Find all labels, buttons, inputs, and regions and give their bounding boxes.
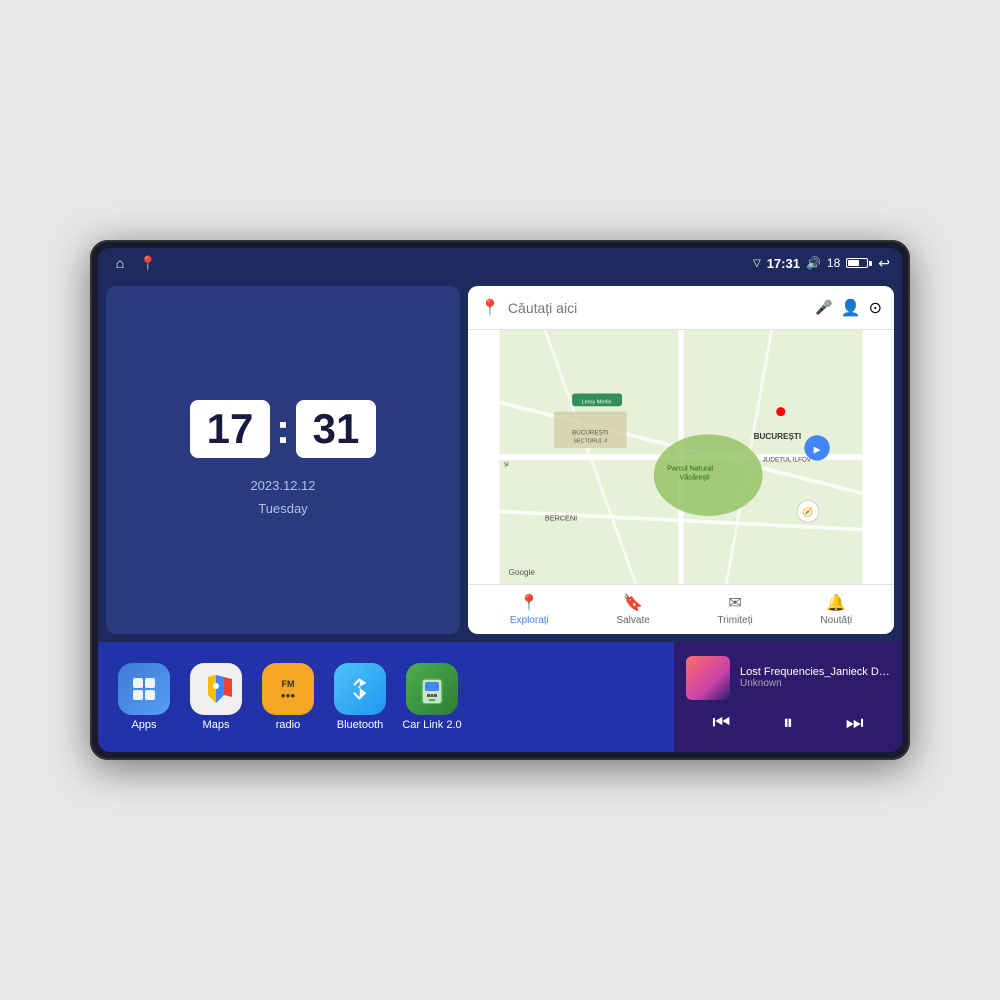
map-nav-news[interactable]: 🔔 Noutăți [820,593,852,626]
car-unit-device: ⌂ 📍 ▽ 17:31 🔊 18 ↩ 17 [90,240,910,760]
svg-text:Parcul Natural: Parcul Natural [667,464,713,473]
apps-icon [118,663,170,715]
music-top: Lost Frequencies_Janieck Devy-... Unknow… [686,656,890,700]
back-icon[interactable]: ↩ [878,255,890,272]
svg-text:SECTORUL 4: SECTORUL 4 [573,438,607,444]
news-icon: 🔔 [826,593,846,613]
svg-text:BUCUREȘTI: BUCUREȘTI [754,432,802,441]
home-icon[interactable]: ⌂ [110,253,130,273]
radio-icon: FM ●●● [262,663,314,715]
explore-label: Explorați [510,615,549,626]
maps-label: Maps [203,719,230,731]
signal-icon: ▽ [753,258,761,269]
status-bar: ⌂ 📍 ▽ 17:31 🔊 18 ↩ [98,248,902,278]
clock-minutes: 31 [296,400,376,458]
prev-button[interactable]: ⏮ [704,708,738,739]
layers-icon[interactable]: ⊙ [869,298,882,318]
saved-label: Salvate [616,615,649,626]
app-item-bluetooth[interactable]: Bluetooth [330,663,390,731]
map-nav-saved[interactable]: 🔖 Salvate [616,593,649,626]
bluetooth-icon-svg [346,675,374,703]
maps-app-icon [190,663,242,715]
map-panel: 📍 🎤 👤 ⊙ [468,286,894,634]
carlink-icon-svg [417,674,447,704]
svg-text:🧭: 🧭 [802,506,813,517]
maps-icon-svg [200,673,232,705]
music-info: Lost Frequencies_Janieck Devy-... Unknow… [740,666,890,689]
app-item-radio[interactable]: FM ●●● radio [258,663,318,731]
svg-text:Leroy Merlin: Leroy Merlin [582,399,612,405]
map-search-bar: 📍 🎤 👤 ⊙ [468,286,894,330]
battery-icon [846,258,872,268]
map-nav-send[interactable]: ✉ Trimiteți [718,593,753,626]
bottom-row: Apps Maps [98,642,902,752]
svg-text:BUCUREȘTI: BUCUREȘTI [572,429,609,436]
play-pause-button[interactable]: ⏸ [775,708,801,739]
saved-icon: 🔖 [623,593,643,613]
apps-label: Apps [131,719,156,731]
map-search-input[interactable] [508,300,807,316]
bluetooth-label: Bluetooth [337,719,383,731]
svg-text:BERCENI: BERCENI [545,514,577,523]
radio-label: radio [276,719,300,731]
svg-text:Văcărești: Văcărești [679,473,710,482]
clock-colon: : [276,405,290,453]
left-panel: 17 : 31 2023.12.12 Tuesday [98,278,468,642]
music-player: Lost Frequencies_Janieck Devy-... Unknow… [674,642,902,752]
account-icon[interactable]: 👤 [841,298,861,318]
mic-icon[interactable]: 🎤 [815,299,832,316]
svg-text:și: și [504,461,509,468]
map-bottom-bar: 📍 Explorați 🔖 Salvate ✉ Trimiteți 🔔 Nout… [468,584,894,634]
apps-grid-icon [130,675,158,703]
music-controls: ⏮ ⏸ ⏭ [686,708,890,739]
volume-icon: 🔊 [806,256,821,270]
news-label: Noutăți [820,615,852,626]
bluetooth-icon [334,663,386,715]
music-artist: Unknown [740,678,890,689]
map-area[interactable]: Parcul Natural Văcărești BUCUREȘTI SECTO… [468,330,894,584]
clock-digits: 17 : 31 [190,400,376,458]
status-left-icons: ⌂ 📍 [110,253,158,273]
map-pin-icon: 📍 [480,298,500,318]
clock-widget: 17 : 31 2023.12.12 Tuesday [106,286,460,634]
car-screen: ⌂ 📍 ▽ 17:31 🔊 18 ↩ 17 [98,248,902,752]
send-label: Trimiteți [718,615,753,626]
map-nav-explore[interactable]: 📍 Explorați [510,593,549,626]
carlink-icon [406,663,458,715]
time-display: 17:31 [767,256,800,271]
maps-status-icon[interactable]: 📍 [138,253,158,273]
music-title: Lost Frequencies_Janieck Devy-... [740,666,890,678]
map-svg: Parcul Natural Văcărești BUCUREȘTI SECTO… [468,330,894,584]
carlink-label: Car Link 2.0 [402,719,461,731]
send-icon: ✉ [728,593,741,613]
apps-row: Apps Maps [98,642,674,752]
app-item-maps[interactable]: Maps [186,663,246,731]
app-item-carlink[interactable]: Car Link 2.0 [402,663,462,731]
clock-hours: 17 [190,400,270,458]
app-item-apps[interactable]: Apps [114,663,174,731]
status-right-icons: ▽ 17:31 🔊 18 ↩ [753,255,890,272]
svg-text:▶: ▶ [814,444,821,454]
svg-text:JUDEȚUL ILFOV: JUDEȚUL ILFOV [763,457,812,464]
next-button[interactable]: ⏭ [838,708,872,739]
clock-date: 2023.12.12 Tuesday [250,474,315,521]
main-area: 17 : 31 2023.12.12 Tuesday 📍 🎤 👤 [98,278,902,642]
explore-icon: 📍 [519,593,539,613]
svg-text:Google: Google [509,568,536,577]
album-art [686,656,730,700]
battery-level: 18 [827,256,840,270]
